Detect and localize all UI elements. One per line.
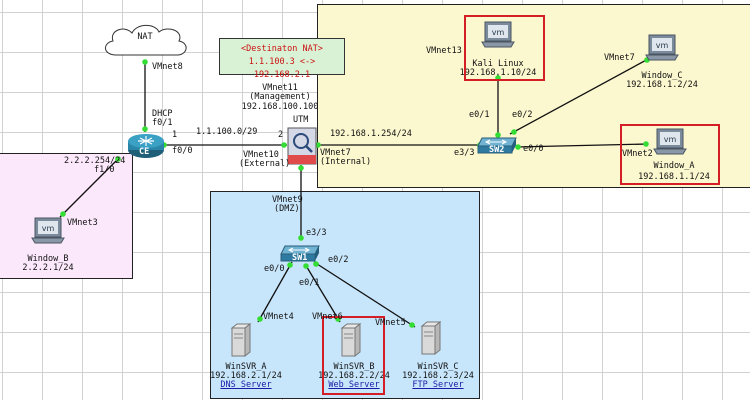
label-mgmt-ip: 192.168.100.100 [241, 102, 319, 112]
firewall-icon[interactable] [287, 127, 317, 165]
label-sw2-e00: e0/0 [523, 144, 544, 154]
label-sw1-e00: e0/0 [264, 264, 285, 274]
label-ce-f10: f1/0 [94, 165, 115, 175]
window-b-ip: 2.2.2.1/24 [22, 263, 74, 273]
label-sw2-e01: e0/1 [469, 110, 490, 120]
server-icon[interactable] [420, 320, 442, 356]
label-vmnet3: VMnet3 [67, 218, 98, 228]
laptop-icon[interactable]: vm [30, 216, 66, 246]
nat-note: <Destinaton NAT> 1.1.100.3 <-> 192.168.2… [219, 38, 345, 80]
nat-rule: 1.1.100.3 <-> 192.168.2.1 [248, 57, 316, 80]
endpoint-dot [281, 142, 287, 148]
highlight-box-kali [464, 15, 545, 81]
label-sw2-e33: e3/3 [454, 148, 475, 158]
server-icon[interactable] [230, 322, 252, 358]
label-sw1-e01: e0/1 [299, 278, 320, 288]
svg-text:vm: vm [42, 224, 55, 233]
cloud-icon [105, 24, 187, 56]
endpoint-dot [303, 263, 309, 269]
nat-title: <Destinaton NAT> [241, 44, 323, 54]
ce-label: CE [139, 147, 150, 157]
sw1-label: SW1 [292, 253, 308, 263]
winsvr-a-role: DNS_Server [220, 380, 272, 390]
label-sw2-e02: e0/2 [512, 110, 533, 120]
endpoint-dot [142, 126, 148, 132]
label-ce-utm-subnet: 1.1.100.0/29 [196, 127, 258, 137]
label-ce-port1: 1 [172, 130, 178, 140]
label-vmnet8: VMnet8 [152, 62, 183, 72]
endpoint-dot [298, 165, 304, 171]
cloud-label: NAT [137, 32, 153, 42]
utm-label: UTM [293, 115, 309, 125]
label-vmnet2: VMnet2 [622, 149, 653, 159]
label-vmnet7-window-c: VMnet7 [604, 53, 635, 63]
endpoint-dot [257, 316, 263, 322]
label-ce-f01: f0/1 [152, 118, 173, 128]
laptop-icon[interactable]: vm [644, 33, 680, 63]
label-vmnet4: VMnet4 [263, 312, 294, 322]
label-internal: (Internal) [320, 157, 372, 167]
sw2-label: SW2 [489, 145, 505, 155]
label-utm-port2: 2 [278, 130, 284, 140]
window-c-ip: 192.168.1.2/24 [626, 80, 698, 90]
label-vmnet5: VMnet5 [375, 318, 406, 328]
label-management: (Management) [249, 92, 311, 102]
label-sw1-e02: e0/2 [328, 255, 349, 265]
endpoint-dot [409, 322, 415, 328]
label-dmz: (DMZ) [274, 204, 300, 214]
svg-text:vm: vm [656, 41, 669, 50]
label-external: (External) [239, 159, 291, 169]
label-vmnet13: VMnet13 [426, 46, 462, 56]
label-ce-f00: f0/0 [172, 146, 193, 156]
label-internal-net: 192.168.1.254/24 [330, 129, 412, 139]
label-vmnet6: VMnet6 [312, 312, 343, 322]
label-sw1-e33: e3/3 [306, 228, 327, 238]
winsvr-c-role: FTP_Server [412, 380, 464, 390]
